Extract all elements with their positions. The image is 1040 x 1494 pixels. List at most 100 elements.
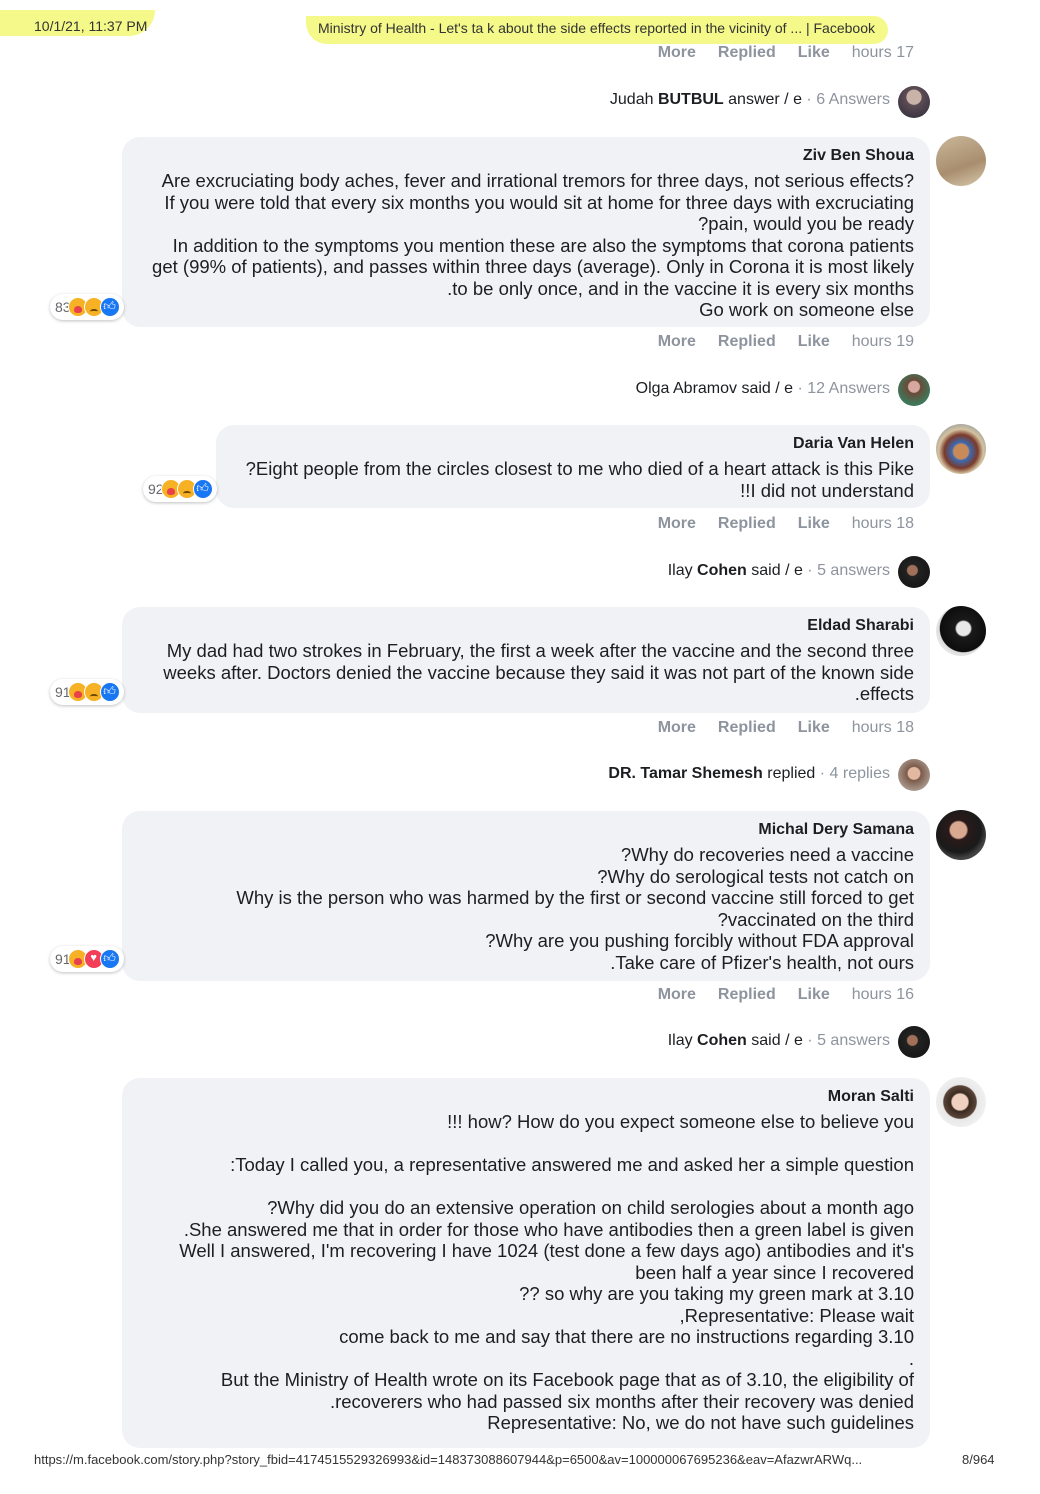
comment-line: ?Why do serological tests not catch on (597, 865, 914, 887)
reply-summary[interactable]: Olga Abramov said / e · 12 Answers (636, 380, 890, 398)
more-button[interactable]: More (658, 515, 696, 533)
like-reaction-icon: 👍︎ (99, 682, 120, 702)
avatar[interactable] (936, 810, 986, 860)
comment-line: .Take care of Pfizer's health, not ours (610, 951, 914, 973)
like-button[interactable]: Like (798, 333, 830, 351)
comment-line: ,Representative: Please wait (679, 1304, 914, 1326)
timestamp[interactable]: hours 16 (852, 986, 914, 1004)
avatar[interactable] (898, 86, 930, 118)
comment-line: .She answered me that in order for those… (183, 1218, 914, 1240)
reply-verb: said / e (746, 1032, 803, 1049)
comment-author[interactable]: Moran Salti (138, 1088, 914, 1106)
reply-count[interactable]: · 12 Answers (793, 380, 891, 397)
comment-line: ?Why did you do an extensive operation o… (267, 1197, 914, 1218)
like-reaction-icon: 👍︎ (99, 297, 120, 317)
like-button[interactable]: Like (798, 515, 830, 533)
comment-line: If you were told that every six months y… (164, 191, 914, 213)
comment-author[interactable]: Daria Van Helen (232, 435, 914, 453)
reply-summary[interactable]: Ilay Cohen said / e · 5 answers (668, 1032, 890, 1050)
reply-verb: said / e (737, 380, 794, 397)
comment-actions: More Replied Like hours 17 (658, 44, 914, 62)
comment-line: .to be only once, and in the vaccine it … (447, 277, 914, 299)
comment-line: ?? so why are you taking my green mark a… (519, 1283, 914, 1304)
comment-line: Representative: No, we do not have such … (487, 1412, 914, 1433)
comment-line: ?vaccinated on the third (717, 908, 914, 930)
comment-line: Go work on someone else (699, 299, 914, 320)
comment-author[interactable]: Eldad Sharabi (138, 617, 914, 635)
like-button[interactable]: Like (798, 44, 830, 62)
comment-actions: More Replied Like hours 18 (658, 515, 914, 533)
reply-author-name[interactable]: Cohen (697, 1032, 747, 1049)
timestamp[interactable]: hours 18 (852, 515, 914, 533)
comment-bubble: Michal Dery Samana ?Why do recoveries ne… (122, 811, 930, 981)
reply-author-name[interactable]: BUTBUL (658, 91, 724, 108)
comment-line: get (99% of patients), and passes within… (152, 256, 914, 277)
comment-line: been half a year since I recovered (635, 1261, 914, 1283)
reply-button[interactable]: Replied (718, 515, 776, 533)
comment-line: But the Ministry of Health wrote on its … (220, 1369, 914, 1390)
reply-button[interactable]: Replied (718, 333, 776, 351)
reaction-summary[interactable]: 83 👍︎ (50, 294, 124, 320)
like-button[interactable]: Like (798, 986, 830, 1004)
reply-button[interactable]: Replied (718, 719, 776, 737)
comment-line: . (908, 1347, 914, 1369)
comment-line: ?pain, would you be ready (698, 213, 914, 234)
more-button[interactable]: More (658, 44, 696, 62)
comment-line: weeks after. Doctors denied the vaccine … (163, 661, 914, 683)
reply-summary[interactable]: Judah BUTBUL answer / e · 6 Answers (610, 91, 890, 109)
reply-author-name[interactable]: Olga Abramov (636, 380, 737, 397)
avatar[interactable] (898, 556, 930, 588)
page-title: Ministry of Health - Let's ta k about th… (318, 20, 875, 36)
comment-author[interactable]: Ziv Ben Shoua (138, 147, 914, 165)
comment-bubble: Moran Salti !!! how? How do you expect s… (122, 1078, 930, 1448)
comment-line: Why is the person who was harmed by the … (236, 887, 914, 908)
reply-verb: answer / e (723, 91, 802, 108)
reply-summary[interactable]: DR. Tamar Shemesh replied · 4 replies (608, 765, 890, 783)
reply-count[interactable]: · 4 replies (815, 765, 890, 782)
like-reaction-icon: 👍︎ (99, 949, 120, 969)
reply-author-name[interactable]: DR. Tamar Shemesh (608, 765, 762, 782)
avatar[interactable] (936, 424, 986, 474)
more-button[interactable]: More (658, 986, 696, 1004)
reply-summary[interactable]: Ilay Cohen said / e · 5 answers (668, 562, 890, 580)
comment-line: !!! how? How do you expect someone else … (447, 1111, 914, 1132)
more-button[interactable]: More (658, 719, 696, 737)
reaction-summary[interactable]: 91 👍︎ (50, 679, 124, 705)
comment-line: ?Why are you pushing forcibly without FD… (485, 930, 914, 951)
more-button[interactable]: More (658, 333, 696, 351)
avatar[interactable] (936, 136, 986, 186)
reaction-summary[interactable]: 92 👍︎ (143, 476, 217, 502)
comment-line: ?Why do recoveries need a vaccine (620, 844, 914, 865)
avatar[interactable] (898, 1026, 930, 1058)
page-url: https://m.facebook.com/story.php?story_f… (34, 1452, 863, 1467)
avatar[interactable] (898, 759, 930, 791)
avatar[interactable] (936, 1077, 986, 1127)
reply-button[interactable]: Replied (718, 986, 776, 1004)
reply-author-first: Judah (609, 91, 658, 108)
comment-actions: More Replied Like hours 16 (658, 986, 914, 1004)
comment-line: .recoverers who had passed six months af… (329, 1390, 914, 1412)
comment-line: come back to me and say that there are n… (339, 1326, 914, 1347)
reply-button[interactable]: Replied (718, 44, 776, 62)
like-button[interactable]: Like (798, 719, 830, 737)
reply-verb: said / e (746, 562, 803, 579)
reply-count[interactable]: · 6 Answers (802, 91, 890, 108)
comment-line: Well I answered, I'm recovering I have 1… (179, 1240, 914, 1261)
comment-actions: More Replied Like hours 19 (658, 333, 914, 351)
avatar[interactable] (898, 374, 930, 406)
reply-count[interactable]: · 5 answers (803, 562, 890, 579)
comment-line: In addition to the symptoms you mention … (172, 234, 914, 256)
comment-actions: More Replied Like hours 18 (658, 719, 914, 737)
reaction-summary[interactable]: 91 ♥ 👍︎ (50, 946, 124, 972)
timestamp[interactable]: hours 19 (852, 333, 914, 351)
comment-author[interactable]: Michal Dery Samana (138, 821, 914, 839)
reply-count[interactable]: · 5 answers (803, 1032, 890, 1049)
comment-line: !!I did not understand (740, 479, 914, 501)
timestamp[interactable]: hours 18 (852, 719, 914, 737)
timestamp[interactable]: hours 17 (852, 44, 914, 62)
comment-line: :Today I called you, a representative an… (230, 1154, 914, 1175)
comment-bubble: Daria Van Helen ?Eight people from the c… (216, 425, 930, 508)
reply-author-name[interactable]: Cohen (697, 562, 747, 579)
like-reaction-icon: 👍︎ (192, 479, 213, 499)
avatar[interactable] (936, 606, 986, 656)
